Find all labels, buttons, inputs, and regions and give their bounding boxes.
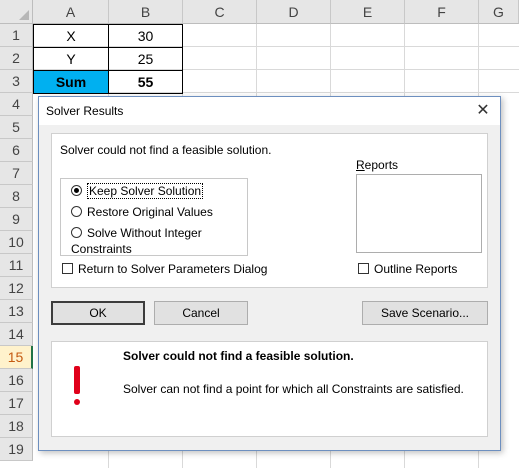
cell-b2[interactable]: 25 (108, 47, 183, 71)
return-to-solver-parameters-checkbox[interactable]: Return to Solver Parameters Dialog (62, 261, 267, 277)
reports-listbox[interactable] (356, 174, 482, 253)
results-panel: Solver could not find a feasible solutio… (51, 133, 488, 288)
solution-options-group: Keep Solver Solution Restore Original Va… (60, 178, 248, 256)
row-header-2[interactable]: 2 (0, 47, 33, 70)
row-header-5[interactable]: 5 (0, 116, 33, 139)
radio-label: Solve Without Integer Constraints (71, 226, 202, 256)
exclamation-icon (72, 366, 82, 406)
select-all-corner[interactable] (0, 0, 33, 24)
column-header-c[interactable]: C (183, 0, 257, 24)
dialog-titlebar[interactable]: Solver Results ✕ (39, 97, 500, 125)
cell-a3[interactable]: Sum (33, 70, 109, 94)
row-header-19[interactable]: 19 (0, 438, 33, 461)
cell-a2[interactable]: Y (33, 47, 109, 71)
result-message: Solver could not find a feasible solutio… (60, 143, 272, 157)
cell-b3[interactable]: 55 (108, 70, 183, 94)
save-scenario-button[interactable]: Save Scenario... (362, 301, 488, 325)
column-header-e[interactable]: E (331, 0, 405, 24)
row-header-8[interactable]: 8 (0, 185, 33, 208)
reports-label-text: eports (364, 158, 399, 172)
row-header-18[interactable]: 18 (0, 415, 33, 438)
checkbox-label: Outline Reports (374, 262, 458, 276)
ok-button[interactable]: OK (51, 301, 145, 325)
radio-label: Keep Solver Solution (87, 183, 204, 199)
checkbox-unchecked-icon[interactable] (358, 263, 369, 274)
select-all-triangle-icon (19, 10, 29, 20)
column-header-d[interactable]: D (257, 0, 331, 24)
cell-a1[interactable]: X (33, 24, 109, 48)
solver-results-dialog: Solver Results ✕ Solver could not find a… (38, 96, 501, 451)
radio-restore-original-values[interactable]: Restore Original Values (71, 204, 213, 220)
radio-solve-without-integer-constraints[interactable]: Solve Without Integer Constraints (71, 225, 247, 256)
row-header-12[interactable]: 12 (0, 277, 33, 300)
row-header-3[interactable]: 3 (0, 70, 33, 93)
row-header-11[interactable]: 11 (0, 254, 33, 277)
radio-label: Restore Original Values (87, 205, 213, 219)
column-header-g[interactable]: G (479, 0, 519, 24)
checkbox-unchecked-icon[interactable] (62, 263, 73, 274)
row-header-14[interactable]: 14 (0, 323, 33, 346)
radio-keep-solver-solution[interactable]: Keep Solver Solution (71, 183, 204, 199)
column-header-b[interactable]: B (109, 0, 183, 24)
info-title: Solver could not find a feasible solutio… (123, 349, 354, 363)
info-body: Solver can not find a point for which al… (123, 382, 464, 396)
row-header-10[interactable]: 10 (0, 231, 33, 254)
row-header-9[interactable]: 9 (0, 208, 33, 231)
row-header-4[interactable]: 4 (0, 93, 33, 116)
radio-unselected-icon[interactable] (71, 227, 82, 238)
outline-reports-checkbox[interactable]: Outline Reports (358, 261, 457, 277)
cancel-button[interactable]: Cancel (154, 301, 248, 325)
exclamation-dot (74, 399, 80, 405)
column-header-a[interactable]: A (33, 0, 109, 24)
exclamation-bar (74, 366, 80, 394)
column-header-f[interactable]: F (405, 0, 479, 24)
row-header-15[interactable]: 15 (0, 346, 33, 369)
row-header-16[interactable]: 16 (0, 369, 33, 392)
checkbox-label: Return to Solver Parameters Dialog (78, 262, 268, 276)
row-header-1[interactable]: 1 (0, 24, 33, 47)
row-header-17[interactable]: 17 (0, 392, 33, 415)
row-header-13[interactable]: 13 (0, 300, 33, 323)
radio-unselected-icon[interactable] (71, 206, 82, 217)
close-icon[interactable]: ✕ (470, 100, 496, 122)
cell-b1[interactable]: 30 (108, 24, 183, 48)
radio-selected-icon[interactable] (71, 185, 82, 196)
info-panel: Solver could not find a feasible solutio… (51, 341, 488, 437)
dialog-title: Solver Results (46, 104, 124, 118)
reports-label: Reports (356, 158, 399, 172)
row-header-7[interactable]: 7 (0, 162, 33, 185)
row-header-6[interactable]: 6 (0, 139, 33, 162)
